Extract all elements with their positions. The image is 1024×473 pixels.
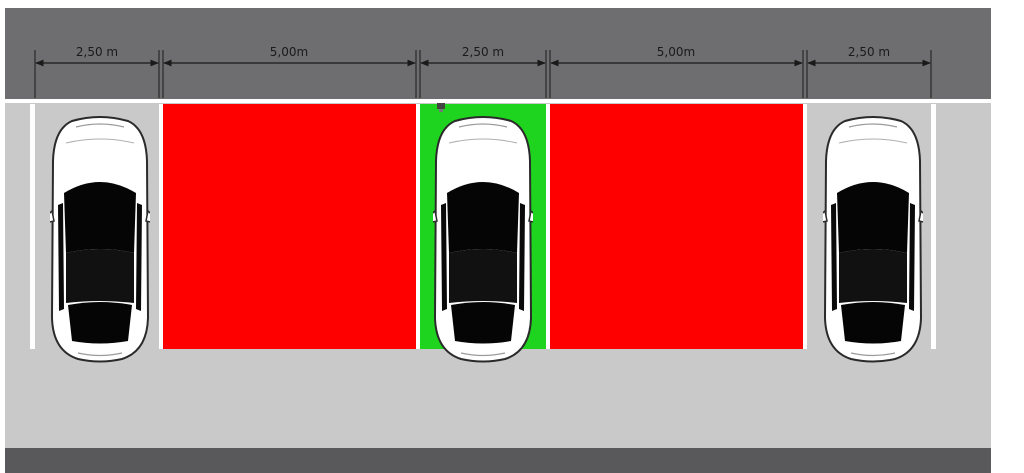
road-bottom bbox=[5, 448, 991, 473]
curb-line bbox=[5, 99, 991, 103]
bay-line bbox=[416, 104, 420, 349]
dimension-label: 5,00m bbox=[657, 45, 695, 59]
dimension-label: 2,50 m bbox=[76, 45, 118, 59]
car-top-view-icon bbox=[433, 116, 533, 363]
dimension-label: 2,50 m bbox=[848, 45, 890, 59]
bay-line bbox=[546, 104, 550, 349]
car-top-view-icon bbox=[50, 116, 150, 363]
blocked-zone bbox=[163, 104, 416, 349]
dimension-label: 2,50 m bbox=[462, 45, 504, 59]
dimension-label: 5,00m bbox=[270, 45, 308, 59]
parking-layout-diagram: 2,50 m 5,00m 2,50 m 5,00m 2,50 m bbox=[5, 8, 991, 473]
car-top-view-icon bbox=[823, 116, 923, 363]
bay-line bbox=[931, 104, 936, 349]
bay-line bbox=[803, 104, 807, 349]
bay-line bbox=[159, 104, 163, 349]
blocked-zone bbox=[550, 104, 803, 349]
bay-line bbox=[30, 104, 35, 349]
